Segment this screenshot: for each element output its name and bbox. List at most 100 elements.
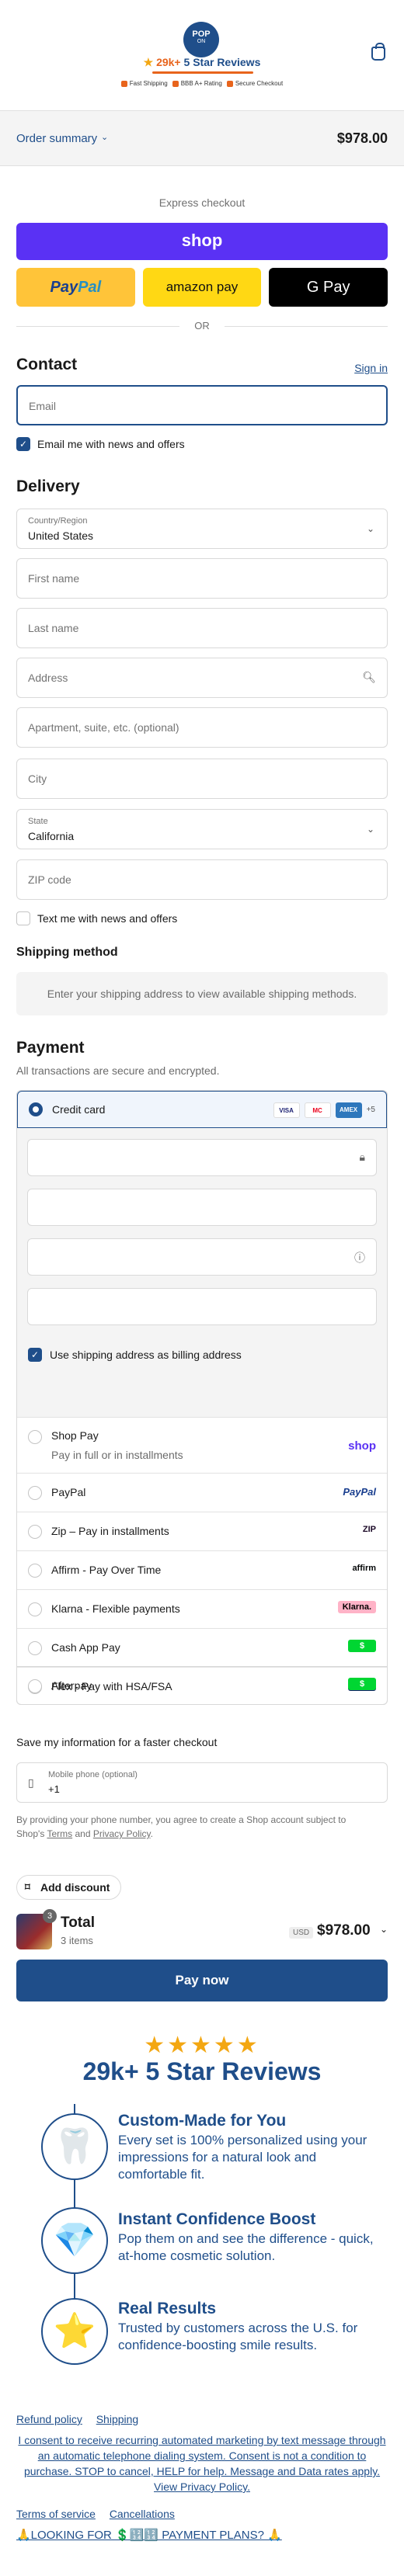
rating-count: 29k+	[156, 56, 181, 68]
sms-consent-link[interactable]: I consent to receive recurring automated…	[16, 2432, 388, 2494]
bbb-icon	[172, 80, 179, 87]
credit-card-radio[interactable]	[29, 1102, 43, 1116]
terms-link[interactable]: Terms	[47, 1828, 72, 1839]
pay-now-button[interactable]: Pay now	[16, 1960, 388, 2001]
cart-icon[interactable]	[371, 43, 385, 61]
google-pay-button[interactable]: G Pay	[269, 268, 388, 307]
cash-app-logo: $	[348, 1640, 376, 1652]
security-code-field[interactable]: ⓘ	[27, 1238, 377, 1276]
address-field[interactable]: Address 🔍︎	[16, 658, 388, 698]
klarna-option[interactable]: Klarna - Flexible payments Klarna.	[17, 1589, 387, 1628]
zip-radio[interactable]	[28, 1525, 42, 1539]
contact-heading: Contact	[16, 356, 78, 373]
star-icon: ⭐	[41, 2298, 108, 2365]
more-cards: +5	[366, 1106, 375, 1114]
apartment-field[interactable]: Apartment, suite, etc. (optional)	[16, 707, 388, 748]
first-name-field[interactable]: First name	[16, 558, 388, 599]
add-discount-button[interactable]: ⌑ Add discount	[16, 1875, 122, 1900]
terms-of-service-link[interactable]: Terms of service	[16, 2508, 96, 2520]
shop-pay-button[interactable]: shop	[16, 223, 388, 260]
cash-app-radio[interactable]	[28, 1641, 42, 1655]
rating-text: 5 Star Reviews	[183, 56, 261, 68]
mobile-phone-field[interactable]: ▯ Mobile phone (optional) +1	[16, 1762, 388, 1803]
chevron-down-icon: ⌄	[366, 824, 374, 835]
expiration-field[interactable]	[27, 1189, 377, 1226]
feature-text: Trusted by customers across the U.S. for…	[118, 2321, 358, 2352]
help-icon[interactable]: ⓘ	[354, 1250, 365, 1265]
privacy-link[interactable]: Privacy Policy	[93, 1828, 151, 1839]
payment-heading: Payment	[16, 1039, 85, 1057]
currency-code: USD	[289, 1927, 314, 1939]
badge-fast-shipping: Fast Shipping	[120, 80, 168, 87]
state-select[interactable]: State California ⌄	[16, 809, 388, 849]
email-placeholder: Email	[29, 400, 57, 412]
sign-in-link[interactable]: Sign in	[354, 362, 388, 374]
cancellations-link[interactable]: Cancellations	[110, 2508, 175, 2520]
footer-links-row-2: Terms of service Cancellations	[16, 2508, 186, 2520]
chevron-down-icon: ⌄	[101, 133, 109, 142]
paypal-button[interactable]: PayPal	[16, 268, 135, 307]
last-name-field[interactable]: Last name	[16, 608, 388, 648]
chevron-down-icon[interactable]: ⌄	[380, 1924, 388, 1935]
or-divider: OR	[16, 320, 388, 332]
express-buttons-row: PayPal amazon pay G Pay	[16, 268, 388, 307]
payment-subtitle: All transactions are secure and encrypte…	[16, 1064, 220, 1077]
affirm-option[interactable]: Affirm - Pay Over Time affirm	[17, 1550, 387, 1589]
text-me-checkbox[interactable]	[16, 911, 30, 925]
cash-app-option[interactable]: Cash App Pay $	[17, 1628, 387, 1667]
review-stars-icon: ★★★★★	[144, 2033, 260, 2058]
amazon-pay-button[interactable]: amazon pay	[142, 268, 262, 307]
payment-plans-banner[interactable]: 🙏LOOKING FOR 💲🔢🔢 PAYMENT PLANS? 🙏	[16, 2528, 282, 2542]
paypal-option[interactable]: PayPal PayPal	[17, 1473, 387, 1512]
klarna-radio[interactable]	[28, 1602, 42, 1616]
feature-title: Instant Confidence Boost	[118, 2210, 316, 2228]
billing-same-checkbox[interactable]: ✓	[28, 1348, 42, 1362]
afterpay-radio[interactable]	[28, 1679, 42, 1693]
feature-text: Pop them on and see the difference - qui…	[118, 2231, 374, 2263]
phone-fine-print: By providing your phone number, you agre…	[16, 1814, 347, 1839]
email-field[interactable]: Email	[16, 385, 388, 425]
total-label: Total	[61, 1915, 95, 1931]
shop-pay-radio[interactable]	[28, 1430, 42, 1444]
brand-logo[interactable]: POP ON	[183, 22, 219, 57]
card-number-field[interactable]: 🔒︎	[27, 1139, 377, 1176]
rating-underline	[152, 71, 253, 74]
shop-pay-option[interactable]: Shop Pay Pay in full or in installments …	[17, 1417, 387, 1473]
zip-field[interactable]: ZIP code	[16, 859, 388, 900]
diamond-icon: 💎	[41, 2207, 108, 2274]
affirm-logo: affirm	[352, 1564, 376, 1573]
credit-card-option[interactable]: Credit card VISA MC AMEX +5	[17, 1091, 387, 1128]
amex-icon: AMEX	[335, 1102, 362, 1118]
lock-icon: 🔒︎	[359, 1151, 365, 1163]
refund-policy-link[interactable]: Refund policy	[16, 2413, 82, 2425]
shipping-link[interactable]: Shipping	[96, 2413, 139, 2425]
feature-title: Custom-Made for You	[118, 2112, 287, 2130]
feature-title: Real Results	[118, 2300, 217, 2317]
country-select[interactable]: Country/Region United States ⌄	[16, 509, 388, 549]
news-checkbox[interactable]: ✓	[16, 437, 30, 451]
visa-icon: VISA	[273, 1102, 300, 1118]
billing-same-label: Use shipping address as billing address	[50, 1349, 242, 1361]
product-thumbnail: 3	[16, 1909, 57, 1949]
mastercard-icon: MC	[304, 1102, 331, 1118]
city-field[interactable]: City	[16, 759, 388, 799]
afterpay-option[interactable]: Afterpay $	[16, 1666, 388, 1705]
order-summary-toggle[interactable]: Order summary ⌄ $978.00	[0, 110, 404, 166]
affirm-radio[interactable]	[28, 1564, 42, 1578]
star-icon: ★	[143, 56, 154, 68]
paypal-radio[interactable]	[28, 1486, 42, 1500]
badge-bbb: BBB A+ Rating	[172, 80, 222, 87]
site-header: POP ON ★ 29k+ 5 Star Reviews Fast Shippi…	[0, 0, 404, 110]
zip-option[interactable]: Zip – Pay in installments ZIP	[17, 1512, 387, 1550]
zip-logo: ZIP	[362, 1525, 376, 1534]
name-on-card-field[interactable]	[27, 1288, 377, 1325]
badge-secure: Secure Checkout	[226, 80, 283, 87]
logo-text-bottom: ON	[197, 39, 206, 45]
rating-banner: ★ 29k+ 5 Star Reviews	[0, 56, 404, 69]
total-items: 3 items	[61, 1935, 93, 1946]
express-checkout-label: Express checkout	[158, 196, 246, 209]
paypal-logo: PayPal	[343, 1486, 376, 1498]
total-amount: $978.00	[317, 1922, 371, 1939]
order-summary-label: Order summary	[16, 132, 98, 145]
logo-text-top: POP	[192, 30, 211, 39]
